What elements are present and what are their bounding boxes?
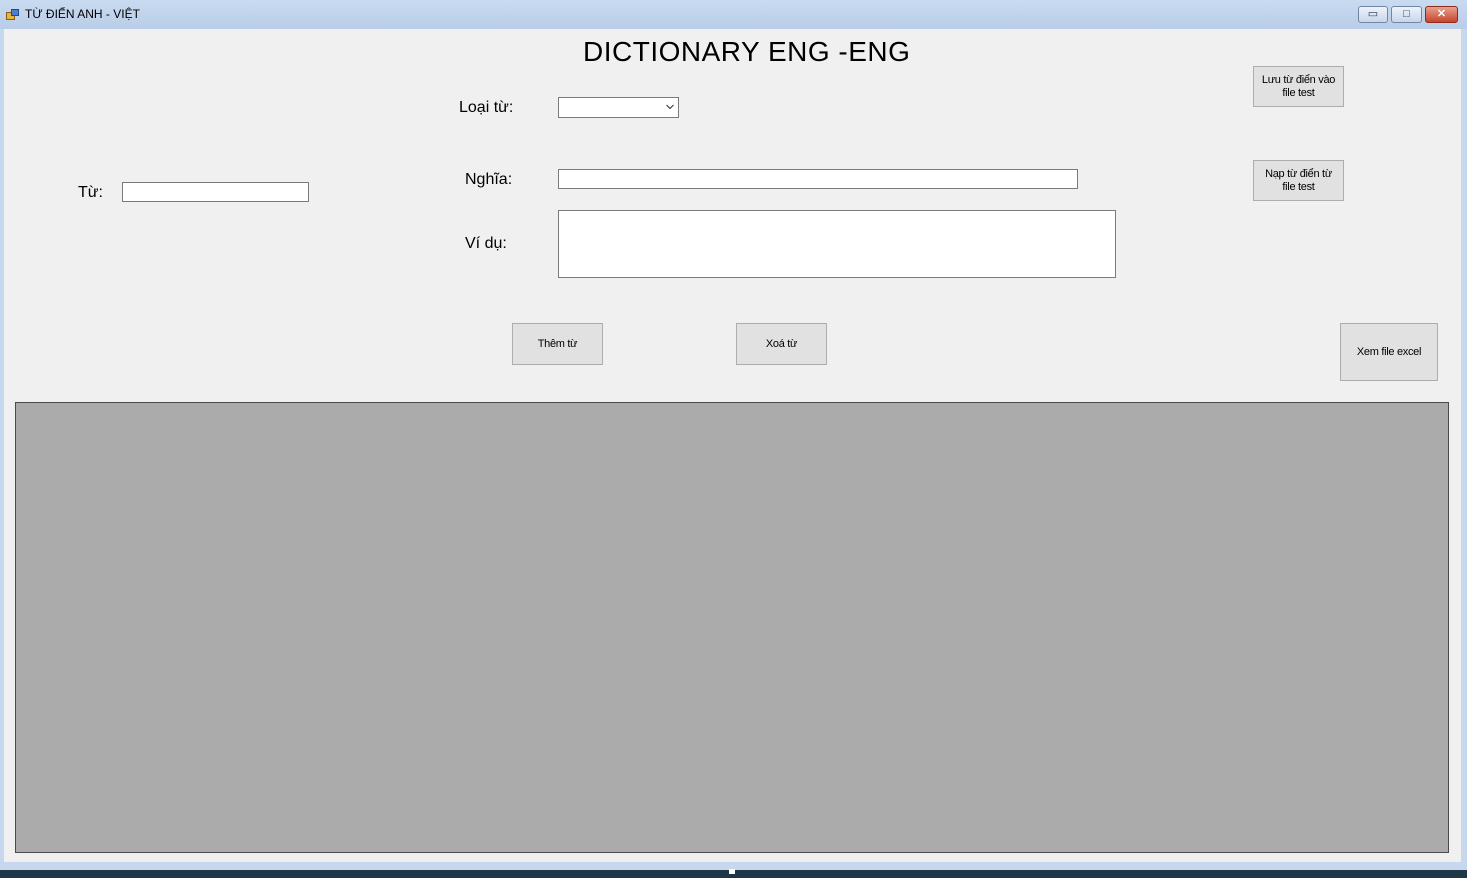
save-to-file-button[interactable]: Lưu từ điển vào file test — [1253, 66, 1344, 107]
main-window: TỪ ĐIỂN ANH - VIỆT ▭ □ ✕ DICTIONARY ENG … — [0, 0, 1467, 870]
maximize-button[interactable]: □ — [1391, 6, 1422, 23]
meaning-label: Nghĩa: — [465, 171, 513, 188]
form-client-area: DICTIONARY ENG -ENG Loại từ: Từ: Nghĩa: … — [4, 29, 1461, 862]
view-excel-button[interactable]: Xem file excel — [1340, 323, 1438, 381]
app-icon[interactable] — [6, 9, 19, 20]
close-button[interactable]: ✕ — [1425, 6, 1458, 23]
window-title: TỪ ĐIỂN ANH - VIỆT — [25, 7, 140, 21]
title-bar[interactable]: TỪ ĐIỂN ANH - VIỆT ▭ □ ✕ — [0, 0, 1467, 29]
word-type-label: Loại từ: — [459, 99, 514, 116]
add-word-button[interactable]: Thêm từ — [512, 323, 603, 365]
page-title: DICTIONARY ENG -ENG — [583, 36, 911, 67]
load-from-file-button[interactable]: Nạp từ điển từ file test — [1253, 160, 1344, 201]
word-type-dropdown[interactable] — [558, 97, 679, 118]
example-label: Ví dụ: — [465, 235, 507, 252]
delete-word-button[interactable]: Xoá từ — [736, 323, 827, 365]
meaning-input[interactable] — [558, 169, 1078, 189]
chevron-down-icon — [666, 104, 674, 110]
minimize-button[interactable]: ▭ — [1358, 6, 1388, 23]
word-data-grid[interactable] — [15, 402, 1449, 853]
example-textarea[interactable] — [558, 210, 1116, 278]
word-label: Từ: — [78, 184, 103, 201]
word-input[interactable] — [122, 182, 309, 202]
resize-grip[interactable] — [729, 869, 735, 874]
